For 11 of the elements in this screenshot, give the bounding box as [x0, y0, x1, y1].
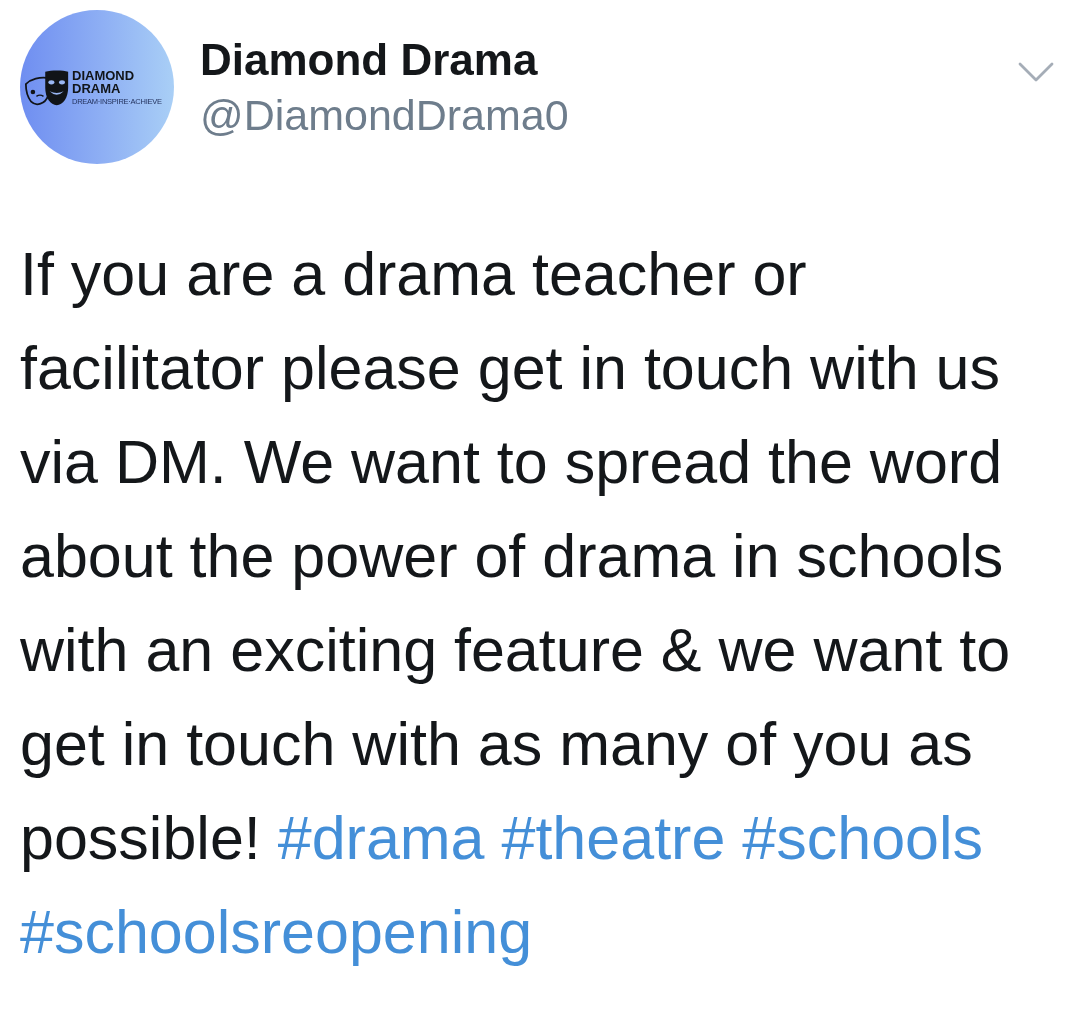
logo-text: DIAMOND [72, 68, 136, 82]
hashtag-link[interactable]: #drama [277, 804, 485, 872]
display-name: Diamond Drama [200, 34, 539, 86]
hashtag-link[interactable]: #schoolsreopening [20, 898, 533, 966]
chevron-down-icon[interactable] [1018, 62, 1054, 82]
user-handle: @DiamondDrama0 [200, 89, 569, 141]
hashtag-link[interactable]: #schools [742, 804, 984, 872]
hashtag-link[interactable]: #theatre [501, 804, 726, 872]
tweet-text: If you are a drama teacher or facilitator please get in touch with us via DM. We want to spread the word about the power of drama in schools with an exciting feature & we want to get in touch with as many of you as possible! #drama #theatre #schools #schoolsreopening [20, 239, 1012, 968]
logo-text: DRAMA [72, 81, 122, 95]
theater-masks-icon [24, 69, 70, 107]
